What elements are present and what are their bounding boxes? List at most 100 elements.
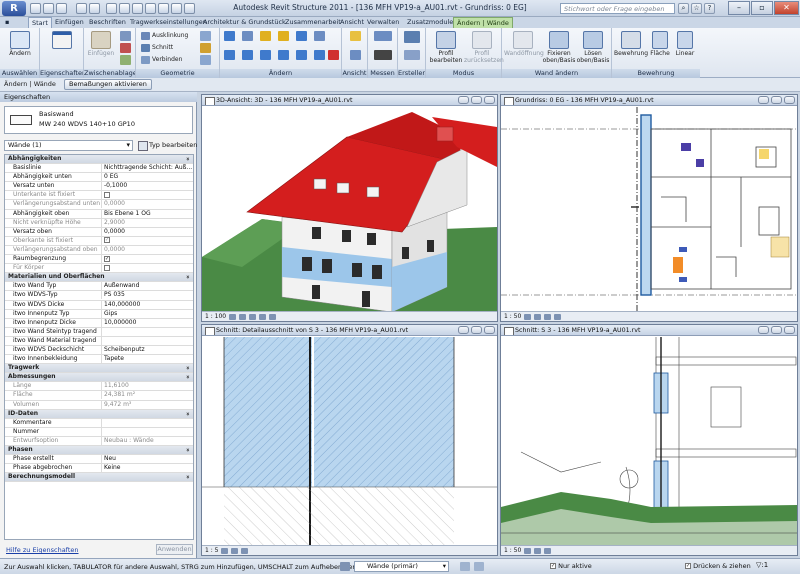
help-icon[interactable]: ? <box>704 3 715 14</box>
property-value[interactable] <box>101 327 193 336</box>
sync-icon[interactable] <box>56 3 67 14</box>
property-value[interactable]: Bis Ebene 1 OG <box>101 209 193 218</box>
split-icon[interactable] <box>296 31 307 41</box>
property-row[interactable]: itwo WDVS Deckschicht Scheibenputz <box>5 345 193 356</box>
property-row[interactable]: itwo WDVS Dicke 140,000000 <box>5 300 193 310</box>
edit-profile-button[interactable]: Profil bearbeiten <box>428 29 464 67</box>
tab-start[interactable]: Start <box>28 17 52 28</box>
property-group-header[interactable]: Abmessungen <box>5 373 193 383</box>
paint-icon[interactable] <box>200 43 211 53</box>
cut-geometry-button[interactable]: Schnitt <box>140 43 173 53</box>
ruler-icon[interactable] <box>374 31 392 41</box>
area-reinforcement-button[interactable]: Fläche <box>648 29 672 67</box>
property-value[interactable] <box>101 427 193 436</box>
property-row[interactable]: itwo Wand Typ Außenwand <box>5 282 193 292</box>
property-value[interactable] <box>101 418 193 427</box>
match-properties-icon[interactable] <box>120 55 131 65</box>
rotate-icon[interactable] <box>260 50 271 60</box>
close-button[interactable]: ✕ <box>774 1 799 15</box>
tab-structure-settings[interactable]: Tragwerkseinstellungen <box>127 17 210 28</box>
instance-filter-dropdown[interactable]: Wände (1) <box>4 140 133 151</box>
save-icon[interactable] <box>43 3 54 14</box>
property-row[interactable]: itwo Innenputz Dicke 10,000000 <box>5 318 193 328</box>
apply-button[interactable]: Anwenden <box>156 544 193 555</box>
property-row[interactable]: Nummer <box>5 427 193 437</box>
property-row[interactable]: Nicht verknüpfte Höhe 2,9000 <box>5 218 193 228</box>
tab-view[interactable]: Ansicht <box>337 17 367 28</box>
view-minimize-icon[interactable] <box>458 326 469 334</box>
view-section[interactable]: Schnitt: S 3 - 136 MFH VP19-a_AU01.rvt 1… <box>500 324 798 556</box>
3d-house-model[interactable] <box>202 107 497 311</box>
property-row[interactable]: Fläche 24,381 m² <box>5 391 193 401</box>
property-row[interactable]: Basislinie Nichttragende Schicht: Auß... <box>5 164 193 174</box>
sun-path-icon[interactable] <box>249 313 257 320</box>
view-close-icon[interactable] <box>484 326 495 334</box>
crop-icon[interactable] <box>554 313 562 320</box>
active-only-checkbox[interactable]: ✓ Nur aktive <box>550 562 592 570</box>
path-reinforcement-button[interactable]: Linear <box>672 29 698 67</box>
property-row[interactable]: Kommentare <box>5 418 193 428</box>
floor-plan-drawing[interactable] <box>501 107 797 311</box>
type-selector[interactable]: Basiswand MW 240 WDVS 140+10 GP10 <box>4 106 193 134</box>
property-value[interactable]: 0,0000 <box>101 227 193 236</box>
view-maximize-icon[interactable] <box>471 326 482 334</box>
property-group-header[interactable]: ID-Daten <box>5 409 193 419</box>
property-row[interactable]: Abhängigkeit unten 0 EG <box>5 173 193 183</box>
star-icon[interactable]: ☆ <box>691 3 702 14</box>
detach-top-base-button[interactable]: Lösen oben/Basis <box>576 29 610 67</box>
mirror-draw-icon[interactable] <box>278 31 289 41</box>
wall-opening-button[interactable]: Wandöffnung <box>504 29 544 67</box>
reinforcement-button[interactable]: Bewehrung <box>614 29 648 67</box>
view-close-icon[interactable] <box>784 96 795 104</box>
press-drag-check[interactable]: ✓ <box>685 563 691 569</box>
create-group-icon[interactable] <box>404 31 420 43</box>
similar-icon[interactable] <box>404 50 420 60</box>
property-value[interactable]: Nichttragende Schicht: Auß... <box>101 164 193 173</box>
property-row[interactable]: Verlängerungsabstand oben 0,0000 <box>5 245 193 256</box>
property-row[interactable]: Volumen 9,472 m³ <box>5 400 193 410</box>
view-scale[interactable]: 1 : 100 <box>205 313 226 320</box>
tab-manage[interactable]: Verwalten <box>364 17 402 28</box>
offset-icon[interactable] <box>242 31 253 41</box>
property-group-header[interactable]: Phasen <box>5 446 193 456</box>
filter-icon[interactable]: ▽:1 <box>756 561 768 569</box>
tab-options[interactable]: ▪ <box>2 17 24 28</box>
tab-collaborate[interactable]: Zusammenarbeit <box>282 17 344 28</box>
view-minimize-icon[interactable] <box>458 96 469 104</box>
property-row[interactable]: Unterkante ist fixiert <box>5 191 193 201</box>
crop-icon[interactable] <box>269 313 277 320</box>
align-icon[interactable] <box>224 31 235 41</box>
property-row[interactable]: Für Körper <box>5 264 193 274</box>
trim-icon[interactable] <box>278 50 289 60</box>
tab-architecture-site[interactable]: Architektur & Grundstück <box>200 17 289 28</box>
reset-profile-button[interactable]: Profil zurücksetzen <box>464 29 504 67</box>
property-row[interactable]: itwo Wand Material tragend <box>5 336 193 346</box>
override-graphics-icon[interactable] <box>350 50 361 60</box>
application-menu-button[interactable]: R <box>2 1 26 16</box>
crop-icon[interactable] <box>241 547 249 554</box>
measure-icon[interactable] <box>119 3 130 14</box>
detail-section-drawing[interactable] <box>202 337 497 545</box>
text-icon[interactable] <box>132 3 143 14</box>
minimize-button[interactable]: – <box>728 1 750 15</box>
visual-style-icon[interactable] <box>534 547 542 554</box>
view-minimize-icon[interactable] <box>758 326 769 334</box>
cut-icon[interactable] <box>120 43 131 53</box>
property-value[interactable]: ✓ <box>101 255 193 264</box>
tab-modify-walls[interactable]: Ändern | Wände <box>453 17 513 28</box>
tab-addins[interactable]: Zusatzmodule <box>404 17 456 28</box>
section-icon[interactable] <box>158 3 169 14</box>
delete-icon[interactable] <box>328 50 339 60</box>
detail-level-icon[interactable] <box>229 313 237 320</box>
property-checkbox[interactable]: ✓ <box>104 255 110 262</box>
design-options-icon[interactable] <box>474 562 484 571</box>
property-row[interactable]: Versatz oben 0,0000 <box>5 227 193 237</box>
pin-icon[interactable] <box>314 31 325 41</box>
tab-annotate[interactable]: Beschriften <box>86 17 129 28</box>
press-drag-checkbox[interactable]: ✓ Drücken & ziehen <box>685 562 751 570</box>
property-row[interactable]: Oberkante ist fixiert ✓ <box>5 236 193 246</box>
property-value[interactable]: 0 EG <box>101 173 193 182</box>
sun-path-icon[interactable] <box>544 313 552 320</box>
property-value[interactable]: Scheibenputz <box>101 345 193 354</box>
property-value[interactable] <box>101 336 193 345</box>
